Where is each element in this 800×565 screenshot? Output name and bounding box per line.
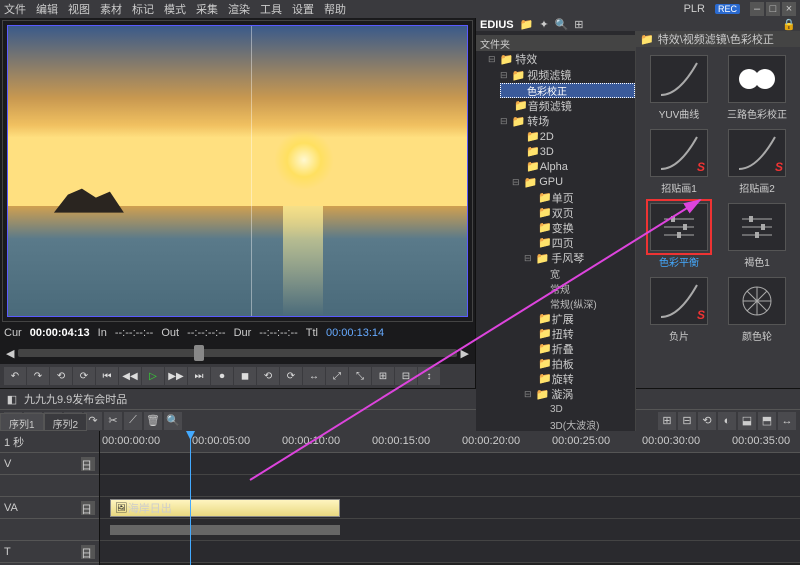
tool-f[interactable]: ⬒ — [758, 412, 776, 430]
btn-14[interactable]: ⤢ — [326, 367, 348, 385]
menu-file[interactable]: 文件 — [4, 1, 26, 17]
tool-razor[interactable]: ⟋ — [124, 412, 142, 430]
menu-clip[interactable]: 素材 — [100, 1, 122, 17]
menu-help[interactable]: 帮助 — [324, 1, 346, 17]
seq-tab-2[interactable]: 序列2 — [44, 413, 88, 431]
brand-label: PLR — [684, 3, 705, 15]
app-logo: EDIUS — [480, 19, 514, 31]
btn-15[interactable]: ⤡ — [349, 367, 371, 385]
search-icon[interactable]: 🔍 — [555, 18, 569, 31]
menu-capture[interactable]: 采集 — [196, 1, 218, 17]
btn-13[interactable]: ↔ — [303, 367, 325, 385]
btn-stop[interactable]: ◼ — [234, 367, 256, 385]
btn-11[interactable]: ⟲ — [257, 367, 279, 385]
track-t[interactable]: T — [4, 546, 11, 558]
effects-panel: 📁特效\视频滤镜\色彩校正 YUV曲线三路色彩校正S招贴画1S招贴画2色彩平衡褐… — [636, 31, 800, 447]
fx-三路色彩校正[interactable]: 三路色彩校正 — [722, 55, 792, 121]
time-unit[interactable]: 1 秒 — [4, 434, 24, 450]
menu-render[interactable]: 渲染 — [228, 1, 250, 17]
tool-zoom[interactable]: 🔍 — [164, 412, 182, 430]
btn-3[interactable]: ⟳ — [73, 367, 95, 385]
scrub-bar[interactable]: ◀ ▶ — [0, 342, 475, 364]
menu-mode[interactable]: 模式 — [164, 1, 186, 17]
btn-rec[interactable]: ⏺ — [211, 367, 233, 385]
sequence-toolbar: 📄 📂 💾 ↶ ↷ ✂ ⟋ 🗑 🔍 ⊞ ⊟ ⟲ ◐ ⬓ ⬒ ↔ — [0, 409, 800, 431]
scrub-thumb[interactable] — [194, 345, 204, 361]
fx-breadcrumb: 📁特效\视频滤镜\色彩校正 — [636, 31, 800, 47]
time-ruler[interactable]: 00:00:00:00 00:00:05:00 00:00:10:00 00:0… — [100, 431, 800, 453]
btn-rew[interactable]: ◀◀ — [119, 367, 141, 385]
tool-d[interactable]: ◐ — [718, 412, 736, 430]
fx-褐色1[interactable]: 褐色1 — [722, 203, 792, 269]
lock-icon[interactable]: 🔒 — [782, 18, 796, 31]
menu-settings[interactable]: 设置 — [292, 1, 314, 17]
seq-tab-1[interactable]: 序列1 — [0, 413, 44, 431]
menu-marker[interactable]: 标记 — [132, 1, 154, 17]
tool-a[interactable]: ⊞ — [658, 412, 676, 430]
tool-cut[interactable]: ✂ — [104, 412, 122, 430]
right-header: EDIUS 📁 ✦ 🔍 ⊞ 🔒 — [476, 18, 800, 31]
rec-badge: REC — [715, 4, 740, 14]
fx-颜色轮[interactable]: 颜色轮 — [722, 277, 792, 343]
btn-16[interactable]: ⊞ — [372, 367, 394, 385]
menu-edit[interactable]: 编辑 — [36, 1, 58, 17]
track-va[interactable]: VA — [4, 502, 18, 514]
btn-18[interactable]: ↕ — [418, 367, 440, 385]
tree-audio-filter[interactable]: 📁音频滤镜 — [488, 98, 635, 113]
folder-icon[interactable]: 📁 — [520, 18, 534, 31]
track-v[interactable]: V — [4, 458, 11, 470]
btn-2[interactable]: ⟲ — [50, 367, 72, 385]
tree-color-correction[interactable]: 色彩校正 — [500, 83, 635, 98]
menu-tools[interactable]: 工具 — [260, 1, 282, 17]
tool-delete[interactable]: 🗑 — [144, 412, 162, 430]
effects-tree[interactable]: 文件夹 📁特效 📁视频滤镜 色彩校正 📁音频滤镜 📁转场 📁2D 📁3D 📁Al… — [476, 31, 636, 447]
tool-e[interactable]: ⬓ — [738, 412, 756, 430]
sequence-name: 九九九9.9发布会时品 — [24, 391, 127, 407]
tool-g[interactable]: ↔ — [778, 412, 796, 430]
tool-icon[interactable]: ✦ — [539, 18, 548, 31]
timeline-area[interactable]: 00:00:00:00 00:00:05:00 00:00:10:00 00:0… — [100, 431, 800, 565]
fx-YUV曲线[interactable]: YUV曲线 — [644, 55, 714, 121]
btn-play[interactable]: ▷ — [142, 367, 164, 385]
fx-色彩平衡[interactable]: 色彩平衡 — [644, 203, 714, 269]
fx-负片[interactable]: S负片 — [644, 277, 714, 343]
transport-controls: ↶ ↷ ⟲ ⟳ ⏮ ◀◀ ▷ ▶▶ ⏭ ⏺ ◼ ⟲ ⟳ ↔ ⤢ ⤡ ⊞ ⊟ ↕ — [0, 364, 475, 388]
btn-prev[interactable]: ⏮ — [96, 367, 118, 385]
minimize-button[interactable]: – — [750, 2, 764, 16]
tool-b[interactable]: ⊟ — [678, 412, 696, 430]
timecode-bar: Cur00:00:04:13 In--:--:--:-- Out--:--:--… — [0, 324, 475, 342]
maximize-button[interactable]: □ — [766, 2, 780, 16]
tool-c[interactable]: ⟲ — [698, 412, 716, 430]
close-button[interactable]: × — [782, 2, 796, 16]
clip-sunset[interactable]: 🖼 海岸日出 — [110, 499, 340, 517]
fx-招贴画2[interactable]: S招贴画2 — [722, 129, 792, 195]
btn-1[interactable]: ↷ — [27, 367, 49, 385]
playhead[interactable] — [190, 431, 191, 565]
btn-ff[interactable]: ▶▶ — [165, 367, 187, 385]
edius-icon: ◧ — [4, 391, 20, 407]
btn-17[interactable]: ⊟ — [395, 367, 417, 385]
btn-0[interactable]: ↶ — [4, 367, 26, 385]
sequence-header: ◧ 九九九9.9发布会时品 — [0, 389, 800, 409]
tree-header: 文件夹 — [476, 35, 635, 51]
btn-12[interactable]: ⟳ — [280, 367, 302, 385]
menubar: 文件 编辑 视图 素材 标记 模式 采集 渲染 工具 设置 帮助 PLR REC… — [0, 0, 800, 18]
grid-icon[interactable]: ⊞ — [574, 18, 583, 31]
track-headers: 1 秒 序列1 序列2 V日 VA日 T日 — [0, 431, 100, 565]
preview-monitor — [2, 20, 473, 322]
menu-view[interactable]: 视图 — [68, 1, 90, 17]
btn-next[interactable]: ⏭ — [188, 367, 210, 385]
fx-招贴画1[interactable]: S招贴画1 — [644, 129, 714, 195]
